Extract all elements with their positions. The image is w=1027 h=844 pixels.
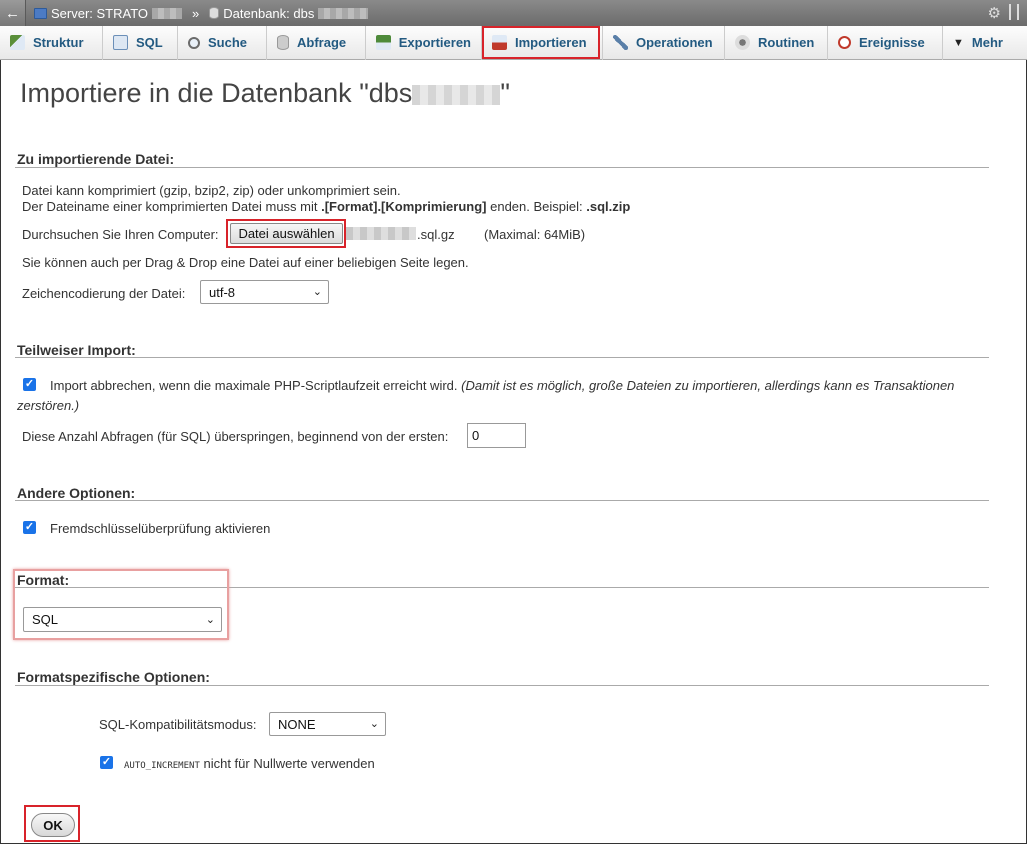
skip-queries-label: Diese Anzahl Abfragen (für SQL) überspri… [22, 429, 449, 444]
encoding-label: Zeichencodierung der Datei: [22, 286, 186, 301]
redacted-server-name [152, 7, 183, 19]
routines-icon [735, 35, 750, 50]
database-icon [209, 7, 220, 19]
breadcrumb: Server: STRATO » Datenbank: dbs [26, 5, 369, 21]
auto-increment-label: AUTO_INCREMENT nicht für Nullwerte verwe… [124, 756, 375, 771]
abort-import-note: zerstören.) [17, 398, 80, 413]
section-divider [15, 167, 989, 168]
tab-ereignisse[interactable]: Ereignisse [828, 25, 943, 60]
tab-operationen[interactable]: Operationen [603, 25, 725, 60]
format-highlight [13, 569, 229, 640]
query-icon [277, 35, 289, 50]
section-divider [15, 500, 989, 501]
chevron-down-icon: ⌄ [312, 285, 322, 298]
foreign-key-checkbox[interactable]: ✓ [23, 521, 36, 534]
abort-import-label: Import abbrechen, wenn die maximale PHP-… [50, 378, 955, 393]
section-title-format-options: Formatspezifische Optionen: [17, 669, 210, 685]
breadcrumb-database[interactable]: Datenbank: dbs [223, 6, 314, 21]
breadcrumb-server[interactable]: Server: STRATO [51, 6, 148, 21]
tab-struktur[interactable]: Struktur [0, 25, 103, 60]
drag-drop-hint: Sie können auch per Drag & Drop eine Dat… [22, 255, 469, 270]
collapse-icon[interactable] [1009, 4, 1019, 20]
wrench-icon [613, 35, 628, 50]
compat-mode-label: SQL-Kompatibilitätsmodus: [99, 717, 257, 732]
redacted-database-name [318, 7, 369, 19]
foreign-key-label: Fremdschlüsselüberprüfung aktivieren [50, 521, 271, 536]
structure-icon [10, 35, 25, 50]
filename-info: Der Dateiname einer komprimierten Datei … [22, 199, 631, 214]
gear-icon[interactable]: ⚙ [988, 4, 1001, 22]
sql-icon [113, 35, 128, 50]
section-title-file: Zu importierende Datei: [17, 151, 175, 167]
tab-label: Suche [208, 35, 248, 50]
tab-label: Ereignisse [859, 35, 925, 50]
encoding-select[interactable]: utf-8 ⌄ [200, 280, 329, 304]
auto-increment-checkbox[interactable]: ✓ [100, 756, 113, 769]
encoding-value: utf-8 [209, 284, 236, 300]
tab-label: Struktur [33, 35, 84, 50]
redacted-database-name [412, 84, 501, 105]
importieren-highlight [482, 26, 600, 59]
tab-exportieren[interactable]: Exportieren [366, 25, 482, 60]
tab-routinen[interactable]: Routinen [725, 25, 828, 60]
chevron-down-icon: ⌄ [369, 717, 379, 730]
tab-label: Operationen [636, 35, 713, 50]
compat-mode-select[interactable]: NONE ⌄ [269, 712, 386, 736]
page-title: Importiere in die Datenbank "dbs " [20, 78, 510, 108]
tab-label: SQL [136, 35, 163, 50]
tab-sql[interactable]: SQL [103, 25, 178, 60]
tab-label: Abfrage [297, 35, 347, 50]
tab-label: Mehr [971, 35, 1003, 50]
section-divider [15, 685, 989, 686]
tab-label: Exportieren [398, 35, 471, 50]
compat-mode-value: NONE [278, 716, 316, 732]
section-title-other: Andere Optionen: [17, 485, 136, 501]
tab-mehr[interactable]: ▼ Mehr [943, 26, 1027, 60]
browse-label: Durchsuchen Sie Ihren Computer: [22, 227, 219, 242]
clock-icon [838, 36, 851, 49]
tab-suche[interactable]: Suche [178, 25, 267, 60]
selected-file-name: .sql.gz [417, 227, 455, 242]
abort-import-checkbox[interactable]: ✓ [23, 378, 36, 391]
back-arrow-icon[interactable]: ← [0, 0, 26, 26]
breadcrumb-separator: » [192, 5, 200, 21]
server-icon [34, 7, 47, 19]
triangle-down-icon: ▼ [953, 36, 964, 49]
section-divider [15, 357, 989, 358]
export-icon [376, 35, 391, 50]
tab-abfrage[interactable]: Abfrage [267, 25, 366, 60]
ok-highlight [24, 805, 80, 842]
redacted-filename [346, 227, 416, 240]
tab-label: Routinen [758, 35, 815, 50]
skip-queries-input[interactable]: 0 [467, 423, 526, 448]
choose-file-highlight [226, 219, 346, 248]
search-icon [188, 36, 200, 49]
section-title-partial: Teilweiser Import: [17, 342, 136, 358]
server-breadcrumb-bar: ← Server: STRATO » Datenbank: dbs ⚙ [0, 0, 1027, 26]
compression-info: Datei kann komprimiert (gzip, bzip2, zip… [22, 183, 401, 198]
max-size-label: (Maximal: 64MiB) [484, 227, 586, 242]
